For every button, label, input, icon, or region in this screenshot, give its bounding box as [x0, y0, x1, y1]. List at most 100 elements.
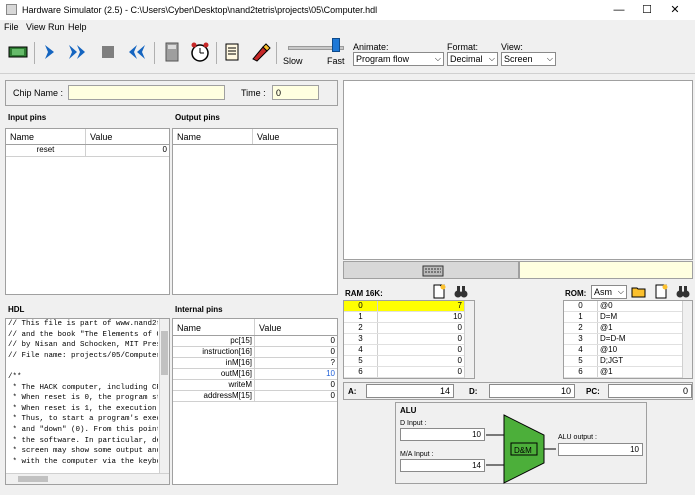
ram-value[interactable]: 0 [378, 334, 464, 344]
menu-help[interactable]: Help [68, 22, 87, 32]
rom-value[interactable]: D=D-M [598, 334, 682, 344]
a-register-field[interactable]: 14 [366, 384, 454, 398]
pc-register-field[interactable]: 0 [608, 384, 692, 398]
hdl-horizontal-scrollbar[interactable] [6, 473, 169, 484]
table-row[interactable]: reset 0 [6, 145, 169, 157]
pin-name: writeM [173, 380, 255, 390]
ram-value[interactable]: 0 [378, 356, 464, 366]
ram-row[interactable]: 1 10 [344, 312, 464, 323]
rom-format-select[interactable]: Asm ⌵ [591, 285, 627, 299]
binoculars-icon[interactable] [453, 284, 469, 299]
keyboard-input-field[interactable] [519, 261, 693, 279]
table-row[interactable]: instruction[16] 0 [173, 347, 337, 358]
calculator-icon[interactable] [160, 40, 184, 64]
keyboard-icon[interactable] [422, 265, 444, 277]
alu-d-input-label: D Input : [400, 420, 427, 427]
ram-row[interactable]: 40 [344, 345, 464, 356]
pin-name: inM[16] [173, 358, 255, 368]
pin-value: ? [330, 358, 335, 367]
rom-address: 1 [564, 312, 598, 322]
maximize-button[interactable]: ☐ [633, 2, 661, 18]
pin-value[interactable]: 0 [86, 145, 169, 156]
view-select[interactable]: Screen ⌵ [501, 52, 556, 66]
rom-row[interactable]: 2 @1 [564, 323, 682, 334]
d-register-field[interactable]: 10 [489, 384, 575, 398]
rom-address: 2 [564, 323, 598, 333]
ram-row[interactable]: 50 [344, 356, 464, 367]
breakpoint-icon[interactable] [248, 40, 272, 64]
ram-address: 1 [344, 312, 378, 322]
animate-select[interactable]: Program flow ⌵ [353, 52, 444, 66]
app-icon [6, 4, 17, 15]
load-chip-icon[interactable] [6, 40, 30, 64]
rom-value[interactable]: @10 [598, 345, 682, 355]
binoculars-icon[interactable] [675, 284, 691, 299]
hdl-editor[interactable]: // This file is part of www.nand2tetr // … [5, 318, 170, 485]
ram-value[interactable]: 7 [378, 301, 464, 311]
hdl-line: /** [8, 372, 22, 381]
pin-value: 0 [330, 336, 335, 345]
open-folder-icon[interactable] [631, 284, 647, 299]
ram-row[interactable]: 60 [344, 367, 464, 378]
rom-address: 6 [564, 367, 598, 377]
ram-row[interactable]: 20 [344, 323, 464, 334]
rom-address: 4 [564, 345, 598, 355]
format-select[interactable]: Decimal ⌵ [447, 52, 498, 66]
clock-icon[interactable] [188, 40, 212, 64]
ram-value[interactable]: 0 [378, 367, 464, 377]
rom-row[interactable]: 4 @10 [564, 345, 682, 356]
rom-value[interactable]: D;JGT [598, 356, 682, 366]
chip-name-field [68, 85, 225, 100]
input-pins-title: Input pins [8, 113, 47, 122]
alu-d-input-field: 10 [400, 428, 485, 441]
single-step-icon[interactable] [38, 40, 62, 64]
table-row[interactable]: addressM[15] 0 [173, 391, 337, 402]
new-file-icon[interactable] [431, 284, 447, 299]
rom-row[interactable]: 0 @0 [564, 301, 682, 312]
new-file-icon[interactable] [653, 284, 669, 299]
rom-row[interactable]: 5 D;JGT [564, 356, 682, 367]
script-icon[interactable] [220, 40, 244, 64]
col-value: Value [90, 132, 113, 142]
rom-value[interactable]: @1 [598, 323, 682, 333]
chip-name-label: Chip Name : [13, 88, 64, 98]
reset-icon[interactable] [124, 40, 148, 64]
ram-scrollbar[interactable] [464, 301, 474, 378]
ram-value[interactable]: 0 [378, 323, 464, 333]
ram-value[interactable]: 0 [378, 345, 464, 355]
rom-value[interactable]: D=M [598, 312, 682, 322]
rom-scrollbar[interactable] [682, 301, 692, 378]
menu-run[interactable]: Run [48, 22, 65, 32]
ram-value[interactable]: 10 [378, 312, 464, 322]
rom-row[interactable]: 6 @1 [564, 367, 682, 378]
hdl-line: * with the computer via the keyboarc [8, 457, 159, 466]
slow-label: Slow [283, 56, 303, 66]
hdl-vertical-scrollbar[interactable] [159, 319, 169, 474]
chip-bar: Chip Name : Time : 0 [5, 80, 338, 106]
run-icon[interactable] [66, 40, 90, 64]
minimize-button[interactable]: — [605, 2, 633, 18]
hdl-line: * the software. In particular, deper [8, 436, 159, 445]
ram-row[interactable]: 07 [344, 301, 464, 312]
table-row[interactable]: writeM 0 [173, 380, 337, 391]
table-row[interactable]: pc[15] 0 [173, 336, 337, 347]
alu-output-field: 10 [558, 443, 643, 456]
ram-address: 4 [344, 345, 378, 355]
pin-value: 0 [330, 391, 335, 400]
speed-slider-thumb[interactable] [332, 38, 341, 52]
ram-row[interactable]: 30 [344, 334, 464, 345]
hdl-line: // and the book "The Elements of Comp [8, 330, 158, 339]
stop-icon[interactable] [96, 40, 120, 64]
hdl-line: // by Nisan and Schocken, MIT Press. [8, 341, 158, 350]
rom-row[interactable]: 3 D=D-M [564, 334, 682, 345]
rom-value[interactable]: @0 [598, 301, 682, 311]
rom-value[interactable]: @1 [598, 367, 682, 377]
pin-value: 0 [330, 347, 335, 356]
menu-view[interactable]: View [26, 22, 45, 32]
rom-row[interactable]: 1 D=M [564, 312, 682, 323]
menu-file[interactable]: File [4, 22, 19, 32]
close-button[interactable]: ✕ [661, 2, 689, 18]
table-row[interactable]: inM[16]? [173, 358, 337, 369]
alu-output-label: ALU output : [558, 434, 597, 441]
table-row[interactable]: outM[16] 10 [173, 369, 337, 380]
